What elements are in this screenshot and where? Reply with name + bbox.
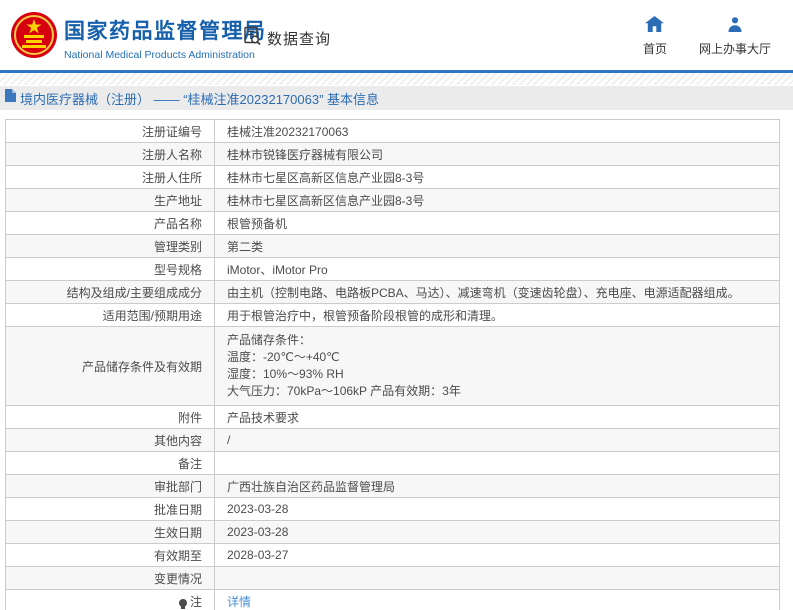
- row-value: 根管预备机: [214, 211, 780, 235]
- row-label: 注: [5, 589, 215, 610]
- row-value: 用于根管治疗中，根管预备阶段根管的成形和清理。: [214, 303, 780, 327]
- hatch-texture-band: [0, 73, 793, 85]
- nav-item-service-hall[interactable]: 网上办事大厅: [699, 16, 771, 57]
- row-value-line: 大气压力：70kPa～106kP 产品有效期：3年: [227, 384, 461, 398]
- table-row: 型号规格 iMotor、iMotor Pro: [5, 257, 780, 281]
- row-value: 2023-03-28: [214, 497, 780, 521]
- row-value: 桂林市七星区高新区信息产业园8-3号: [214, 188, 780, 212]
- row-value: 2028-03-27: [214, 543, 780, 567]
- row-label: 注册人名称: [5, 142, 215, 166]
- page-title: 境内医疗器械（注册） —— “桂械注准20232170063” 基本信息: [20, 91, 380, 107]
- row-label: 产品储存条件及有效期: [5, 326, 215, 406]
- note-icon: [178, 598, 187, 609]
- row-label: 批准日期: [5, 497, 215, 521]
- row-value: 第二类: [214, 234, 780, 258]
- row-label: 有效期至: [5, 543, 215, 567]
- row-value: 产品技术要求: [214, 405, 780, 429]
- row-label: 生产地址: [5, 188, 215, 212]
- row-value: 产品储存条件： 温度：-20℃～+40℃ 湿度：10%～93% RH 大气压力：70k…: [214, 326, 780, 406]
- table-row: 注册人名称 桂林市锐锋医疗器械有限公司: [5, 142, 780, 166]
- table-row: 备注: [5, 451, 780, 475]
- row-value: iMotor、iMotor Pro: [214, 257, 780, 281]
- table-row: 适用范围/预期用途 用于根管治疗中，根管预备阶段根管的成形和清理。: [5, 303, 780, 327]
- row-label: 适用范围/预期用途: [5, 303, 215, 327]
- row-value: [214, 451, 780, 475]
- row-label: 生效日期: [5, 520, 215, 544]
- row-value: 桂林市锐锋医疗器械有限公司: [214, 142, 780, 166]
- row-value: 由主机（控制电路、电路板PCBA、马达）、减速弯机（变速齿轮盘）、充电座、电源适…: [214, 280, 780, 304]
- site-header: 国家药品监督管理局 National Medical Products Admi…: [0, 0, 793, 70]
- table-row: 产品名称 根管预备机: [5, 211, 780, 235]
- info-table-body: 注册证编号 桂械注准20232170063 注册人名称 桂林市锐锋医疗器械有限公司 注册…: [5, 119, 780, 610]
- table-row: 注详情: [5, 589, 780, 610]
- breadcrumb: 境内医疗器械（注册） —— “桂械注准20232170063” 基本信息: [0, 86, 793, 110]
- site-logo[interactable]: 国家药品监督管理局 National Medical Products Admi…: [64, 15, 267, 61]
- row-label: 产品名称: [5, 211, 215, 235]
- table-row: 有效期至 2028-03-27: [5, 543, 780, 567]
- nav-item-home[interactable]: 首页: [643, 16, 667, 57]
- row-value: 广西壮族自治区药品监督管理局: [214, 474, 780, 498]
- table-row: 管理类别 第二类: [5, 234, 780, 258]
- table-row: 产品储存条件及有效期 产品储存条件： 温度：-20℃～+40℃ 湿度：10%～93% …: [5, 326, 780, 406]
- row-value: 详情: [214, 589, 780, 610]
- table-row: 变更情况: [5, 566, 780, 590]
- data-query-menu[interactable]: 数据查询: [242, 26, 331, 51]
- document-search-icon: [242, 26, 262, 51]
- row-label: 注册证编号: [5, 119, 215, 143]
- row-value-line: 温度：-20℃～+40℃: [227, 350, 340, 364]
- row-label: 型号规格: [5, 257, 215, 281]
- row-label: 变更情况: [5, 566, 215, 590]
- user-icon: [727, 16, 743, 35]
- row-label: 其他内容: [5, 428, 215, 452]
- row-label: 附件: [5, 405, 215, 429]
- site-subtitle: National Medical Products Administration: [64, 49, 255, 61]
- table-row: 结构及组成/主要组成成分 由主机（控制电路、电路板PCBA、马达）、减速弯机（变速…: [5, 280, 780, 304]
- site-title: 国家药品监督管理局: [64, 20, 267, 43]
- row-value: 2023-03-28: [214, 520, 780, 544]
- table-row: 批准日期 2023-03-28: [5, 497, 780, 521]
- china-national-emblem-icon: [10, 11, 58, 59]
- nav-item-label: 首页: [642, 42, 667, 56]
- registration-info-table: 注册证编号 桂械注准20232170063 注册人名称 桂林市锐锋医疗器械有限公司 注册…: [5, 119, 780, 610]
- row-value: /: [214, 428, 780, 452]
- table-row: 审批部门 广西壮族自治区药品监督管理局: [5, 474, 780, 498]
- row-label: 备注: [5, 451, 215, 475]
- document-icon: [5, 89, 16, 107]
- row-value-line: 湿度：10%～93% RH: [227, 367, 344, 381]
- row-value: 桂械注准20232170063: [214, 119, 780, 143]
- table-row: 附件 产品技术要求: [5, 405, 780, 429]
- data-query-label: 数据查询: [267, 31, 332, 48]
- table-row: 其他内容 /: [5, 428, 780, 452]
- table-row: 注册人住所 桂林市七星区高新区信息产业园8-3号: [5, 165, 780, 189]
- nav-item-label: 网上办事大厅: [698, 42, 771, 56]
- row-label: 结构及组成/主要组成成分: [5, 280, 215, 304]
- row-value-line: 产品储存条件：: [227, 333, 312, 347]
- header-nav: 首页 网上办事大厅: [643, 16, 771, 57]
- table-row: 生产地址 桂林市七星区高新区信息产业园8-3号: [5, 188, 780, 212]
- table-row: 注册证编号 桂械注准20232170063: [5, 119, 780, 143]
- details-link[interactable]: 详情: [227, 595, 251, 609]
- table-row: 生效日期 2023-03-28: [5, 520, 780, 544]
- row-value: 桂林市七星区高新区信息产业园8-3号: [214, 165, 780, 189]
- home-icon: [645, 16, 665, 35]
- row-label: 管理类别: [5, 234, 215, 258]
- row-label: 审批部门: [5, 474, 215, 498]
- row-label: 注册人住所: [5, 165, 215, 189]
- row-value: [214, 566, 780, 590]
